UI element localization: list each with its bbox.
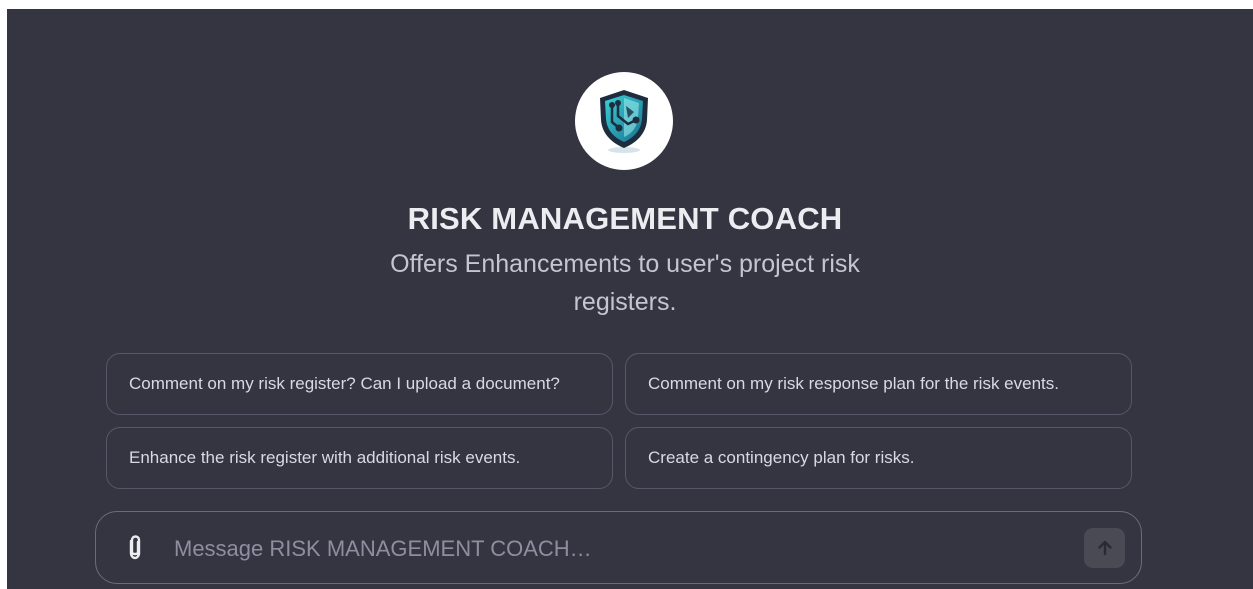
arrow-up-icon <box>1097 540 1112 556</box>
suggestion-chip[interactable]: Create a contingency plan for risks. <box>625 427 1132 489</box>
gpt-description: Offers Enhancements to user's project ri… <box>390 250 860 316</box>
suggestion-text: Comment on my risk register? Can I uploa… <box>129 374 560 393</box>
paperclip-icon <box>129 535 141 560</box>
message-composer <box>95 511 1142 584</box>
gpt-title: RISK MANAGEMENT COACH <box>407 201 843 236</box>
attach-button[interactable] <box>122 534 148 562</box>
suggestion-chip[interactable]: Comment on my risk response plan for the… <box>625 353 1132 415</box>
message-input[interactable] <box>172 530 1056 568</box>
send-button[interactable] <box>1084 528 1125 568</box>
suggestion-text: Create a contingency plan for risks. <box>648 448 915 467</box>
suggestion-chip[interactable]: Enhance the risk register with additiona… <box>106 427 613 489</box>
shield-circuit-icon <box>600 90 648 153</box>
suggestion-text: Comment on my risk response plan for the… <box>648 374 1059 393</box>
chat-panel: RISK MANAGEMENT COACH Offers Enhancement… <box>7 9 1253 589</box>
gpt-avatar <box>575 72 673 170</box>
suggestion-grid: Comment on my risk register? Can I uploa… <box>106 353 1132 489</box>
suggestion-chip[interactable]: Comment on my risk register? Can I uploa… <box>106 353 613 415</box>
suggestion-text: Enhance the risk register with additiona… <box>129 448 521 467</box>
